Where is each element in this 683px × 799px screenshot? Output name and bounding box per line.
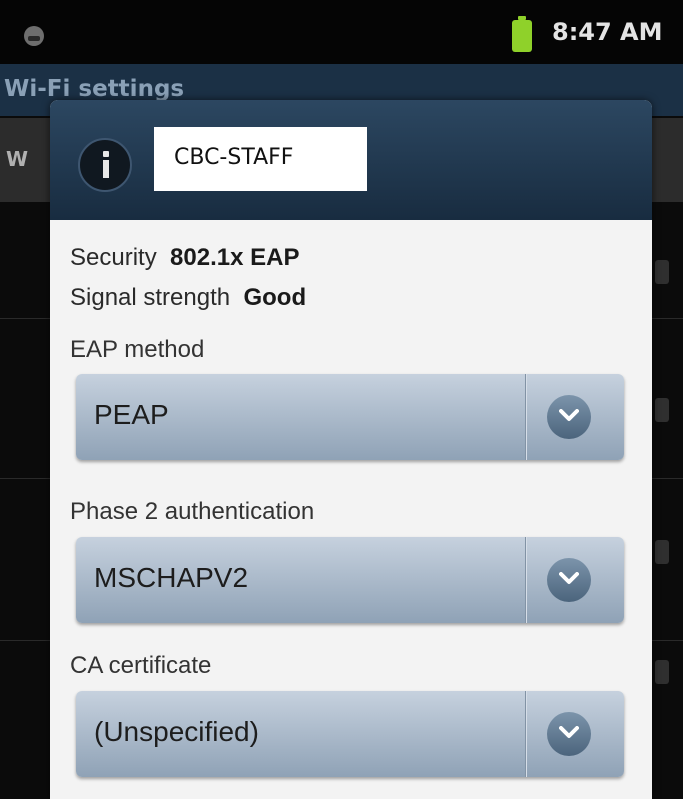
ca-certificate-value: (Unspecified) <box>94 716 259 747</box>
chevron-down-icon[interactable] <box>547 395 591 439</box>
phase2-value: MSCHAPV2 <box>94 562 249 593</box>
lock-icon <box>655 398 669 422</box>
signal-row: Signal strength Good <box>70 284 306 312</box>
info-icon <box>78 138 132 192</box>
eap-method-value: PEAP <box>94 399 169 430</box>
signal-label: Signal strength <box>70 284 231 311</box>
background-header-text: W <box>6 147 29 171</box>
security-label: Security <box>70 244 157 271</box>
eap-method-select[interactable]: PEAP <box>76 374 624 460</box>
status-bar: 8:47 AM <box>0 0 683 64</box>
ca-certificate-select[interactable]: (Unspecified) <box>76 691 624 777</box>
network-name-box: CBC-STAFF <box>154 127 367 191</box>
status-clock: 8:47 AM <box>552 18 663 46</box>
app-title: Wi-Fi settings <box>4 76 185 102</box>
lock-icon <box>655 540 669 564</box>
notification-icon <box>24 26 44 46</box>
lock-icon <box>655 260 669 284</box>
network-details-dialog: CBC-STAFF Security 802.1x EAP Signal str… <box>50 100 652 799</box>
phase2-label: Phase 2 authentication <box>70 498 315 525</box>
phase2-select[interactable]: MSCHAPV2 <box>76 537 624 623</box>
chevron-down-icon[interactable] <box>547 712 591 756</box>
network-name: CBC-STAFF <box>174 145 294 170</box>
chevron-down-icon[interactable] <box>547 558 591 602</box>
eap-method-label: EAP method <box>70 336 205 363</box>
security-value: 802.1x EAP <box>170 244 300 271</box>
signal-value: Good <box>243 284 307 311</box>
lock-icon <box>655 660 669 684</box>
ca-certificate-label: CA certificate <box>70 652 212 679</box>
security-row: Security 802.1x EAP <box>70 244 299 272</box>
dialog-header: CBC-STAFF <box>50 100 652 220</box>
battery-icon <box>512 16 532 52</box>
